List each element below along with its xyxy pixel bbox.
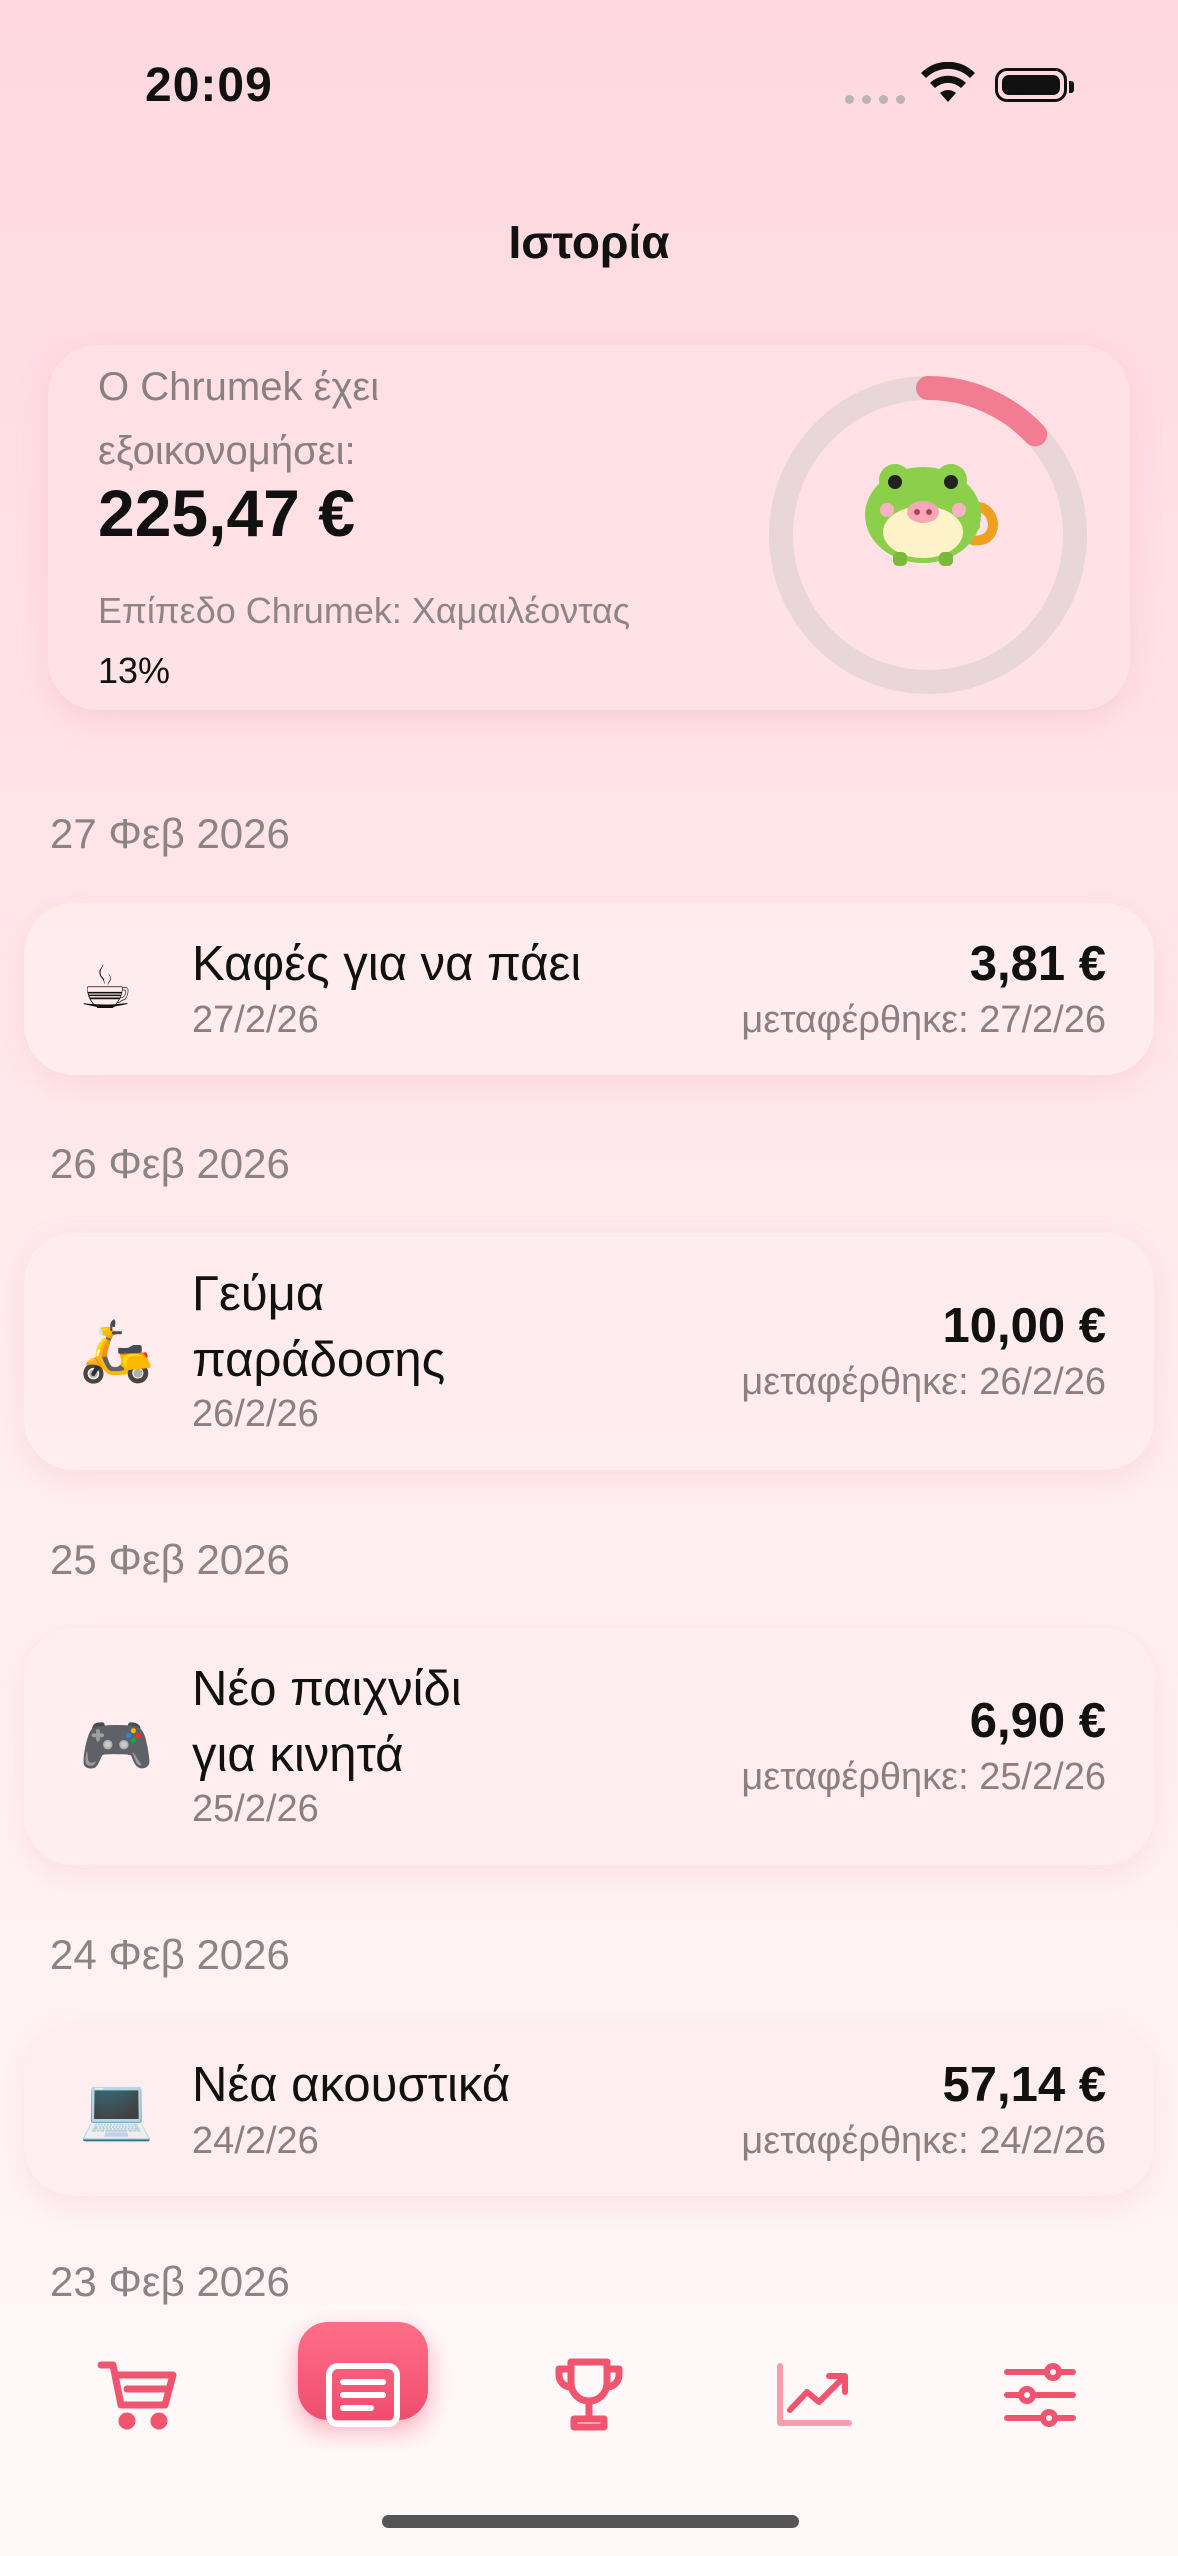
level-percent: 13% <box>98 650 171 691</box>
transaction-date: 26/2/26 <box>192 1393 319 1435</box>
transaction-transferred: μεταφέρθηκε: 27/2/26 <box>741 999 1106 1041</box>
transaction-transferred: μεταφέρθηκε: 26/2/26 <box>741 1361 1106 1403</box>
list-icon <box>326 2363 400 2427</box>
gamepad-icon: 🎮 <box>79 1712 154 1779</box>
savings-summary-card: O Chrumek έχει εξοικονομήσει: 225,47 € Ε… <box>48 345 1130 710</box>
transaction-amount: 3,81 € <box>969 937 1106 991</box>
date-header: 26 Φεβ 2026 <box>50 1140 290 1187</box>
transaction-transferred: μεταφέρθηκε: 24/2/26 <box>741 2120 1106 2162</box>
scooter-icon: 🛵 <box>79 1317 154 1384</box>
transaction-card[interactable]: ☕ Καφές για να πάει 27/2/26 3,81 € μεταφ… <box>24 903 1154 1075</box>
chameleon-pig-mascot-icon <box>865 464 998 566</box>
tab-statistics[interactable] <box>764 2345 864 2445</box>
transaction-title: Νέα ακουστικά <box>192 2058 511 2112</box>
trophy-icon <box>555 2358 623 2431</box>
cart-icon <box>97 2361 177 2430</box>
transaction-date: 24/2/26 <box>192 2120 319 2162</box>
date-header: 25 Φεβ 2026 <box>50 1536 290 1583</box>
transaction-card[interactable]: 🎮 Νέο παιχνίδι για κινητά 25/2/26 6,90 €… <box>24 1628 1154 1865</box>
cellular-signal-icon <box>845 95 905 104</box>
tab-settings[interactable] <box>990 2345 1090 2445</box>
date-header: 24 Φεβ 2026 <box>50 1931 290 1978</box>
savings-amount: 225,47 € <box>98 476 355 550</box>
transaction-card[interactable]: 💻 Νέα ακουστικά 24/2/26 57,14 € μεταφέρθ… <box>24 2024 1154 2196</box>
laptop-icon: 💻 <box>79 2075 154 2142</box>
battery-icon <box>995 68 1074 102</box>
home-indicator <box>382 2515 799 2528</box>
savings-label: O Chrumek έχει εξοικονομήσει: <box>98 365 380 473</box>
page-title: Ιστορία <box>508 216 670 268</box>
tab-shop[interactable] <box>88 2345 188 2445</box>
transaction-date: 25/2/26 <box>192 1788 319 1830</box>
transaction-transferred: μεταφέρθηκε: 25/2/26 <box>741 1756 1106 1798</box>
transaction-date: 27/2/26 <box>192 999 319 1041</box>
transaction-amount: 6,90 € <box>969 1694 1106 1748</box>
transaction-title: Νέο παιχνίδι για κινητά <box>192 1662 462 1782</box>
tab-achievements[interactable] <box>539 2345 639 2445</box>
chart-icon <box>777 2363 852 2426</box>
date-header: 27 Φεβ 2026 <box>50 810 290 857</box>
sliders-icon <box>1004 2363 1076 2427</box>
coffee-icon: ☕ <box>79 954 133 1021</box>
transaction-amount: 10,00 € <box>942 1299 1107 1353</box>
transaction-card[interactable]: 🛵 Γεύμα παράδοσης 26/2/26 10,00 € μεταφέ… <box>24 1233 1154 1470</box>
mascot-level: Επίπεδο Chrumek: Χαμαιλέοντας <box>98 590 631 631</box>
tab-history[interactable] <box>313 2345 413 2445</box>
status-time: 20:09 <box>145 59 273 112</box>
date-header-partial: 23 Φεβ 2026 <box>50 2258 290 2305</box>
transaction-amount: 57,14 € <box>942 2058 1107 2112</box>
wifi-icon <box>921 62 975 102</box>
status-bar: 20:09 <box>0 0 1178 170</box>
transaction-title: Γεύμα παράδοσης <box>192 1267 446 1387</box>
transaction-title: Καφές για να πάει <box>192 937 582 991</box>
